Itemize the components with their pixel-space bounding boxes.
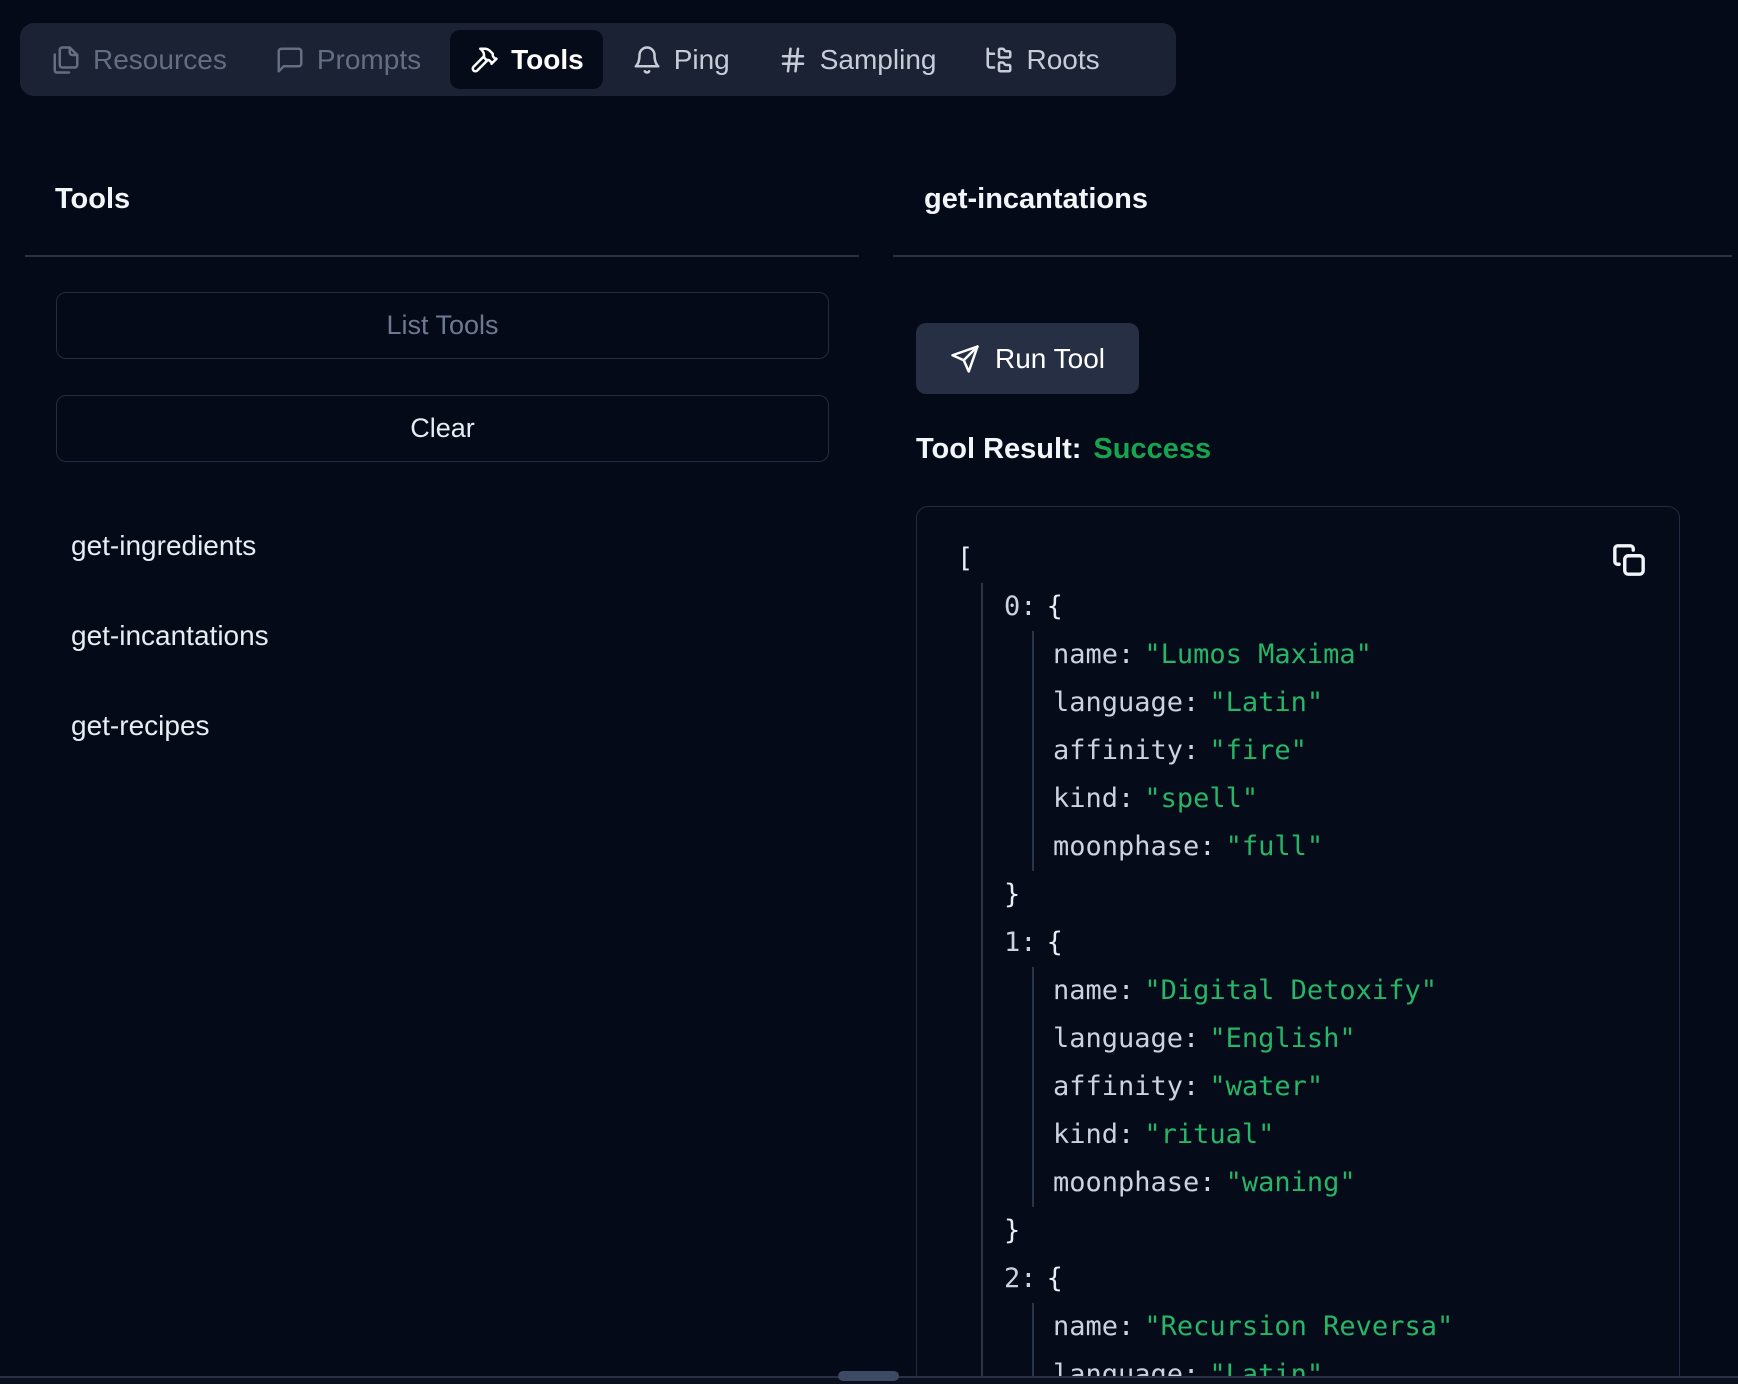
tool-list-item-get-ingredients[interactable]: get-ingredients <box>71 522 269 570</box>
copy-icon <box>1612 543 1646 577</box>
tab-label: Ping <box>674 44 730 76</box>
list-tools-button[interactable]: List Tools <box>56 292 829 359</box>
tab-resources[interactable]: Resources <box>32 30 246 89</box>
json-property: name:"Lumos Maxima" <box>1053 631 1609 679</box>
tab-label: Tools <box>511 44 584 76</box>
entry-index: 0: <box>1004 591 1037 622</box>
tab-sampling[interactable]: Sampling <box>759 30 956 89</box>
top-tab-bar: Resources Prompts Tools Ping Sampling Ro… <box>20 23 1176 96</box>
hash-icon <box>778 45 808 75</box>
array-open-bracket: [ <box>957 543 973 574</box>
mcp-inspector-screen: Resources Prompts Tools Ping Sampling Ro… <box>0 0 1738 1384</box>
json-property: language:"Latin" <box>1053 679 1609 727</box>
tab-label: Prompts <box>317 44 421 76</box>
json-property: name:"Recursion Reversa" <box>1053 1303 1609 1351</box>
json-object-children: name:"Lumos Maxima" language:"Latin" aff… <box>1032 631 1609 871</box>
entry-index: 2: <box>1004 1263 1037 1294</box>
tab-prompts[interactable]: Prompts <box>256 30 440 89</box>
tool-result-json-panel[interactable]: [ 0:{ name:"Lumos Maxima" language:"Lati… <box>916 506 1680 1384</box>
tool-list: get-ingredients get-incantations get-rec… <box>71 522 269 750</box>
send-icon <box>950 344 980 374</box>
left-panel-divider <box>25 255 859 257</box>
run-tool-label: Run Tool <box>995 343 1105 375</box>
json-property: moonphase:"full" <box>1053 823 1609 871</box>
tab-label: Resources <box>93 44 227 76</box>
tab-tools[interactable]: Tools <box>450 30 603 89</box>
run-tool-button[interactable]: Run Tool <box>916 323 1139 394</box>
entry-index: 1: <box>1004 927 1037 958</box>
tool-result-label: Tool Result: <box>916 433 1081 465</box>
clear-button[interactable]: Clear <box>56 395 829 462</box>
message-square-icon <box>275 45 305 75</box>
files-icon <box>51 45 81 75</box>
bell-icon <box>632 45 662 75</box>
selected-tool-title: get-incantations <box>924 183 1148 216</box>
tab-label: Sampling <box>820 44 937 76</box>
json-property: affinity:"water" <box>1053 1063 1609 1111</box>
right-panel-divider <box>893 255 1732 257</box>
json-property: kind:"spell" <box>1053 775 1609 823</box>
json-array-children: 0:{ name:"Lumos Maxima" language:"Latin"… <box>981 583 1609 1384</box>
json-object-children: name:"Recursion Reversa" language:"Latin… <box>1032 1303 1609 1384</box>
tab-ping[interactable]: Ping <box>613 30 749 89</box>
copy-button[interactable] <box>1609 540 1649 580</box>
pane-resize-handle[interactable] <box>838 1371 899 1381</box>
hammer-icon <box>469 45 499 75</box>
tool-result-line: Tool Result: Success <box>916 433 1211 466</box>
object-close-bracket: } <box>1004 1215 1020 1246</box>
json-tree: [ 0:{ name:"Lumos Maxima" language:"Lati… <box>917 507 1679 1384</box>
tab-label: Roots <box>1026 44 1099 76</box>
json-property: moonphase:"waning" <box>1053 1159 1609 1207</box>
folder-tree-icon <box>984 45 1014 75</box>
status-badge: Success <box>1093 433 1211 465</box>
json-property: language:"English" <box>1053 1015 1609 1063</box>
json-object-children: name:"Digital Detoxify" language:"Englis… <box>1032 967 1609 1207</box>
tools-panel-title: Tools <box>55 183 130 216</box>
tool-list-item-get-recipes[interactable]: get-recipes <box>71 702 269 750</box>
tab-roots[interactable]: Roots <box>965 30 1118 89</box>
object-close-bracket: } <box>1004 879 1020 910</box>
json-property: affinity:"fire" <box>1053 727 1609 775</box>
tool-list-item-get-incantations[interactable]: get-incantations <box>71 612 269 660</box>
json-property: kind:"ritual" <box>1053 1111 1609 1159</box>
json-property: name:"Digital Detoxify" <box>1053 967 1609 1015</box>
